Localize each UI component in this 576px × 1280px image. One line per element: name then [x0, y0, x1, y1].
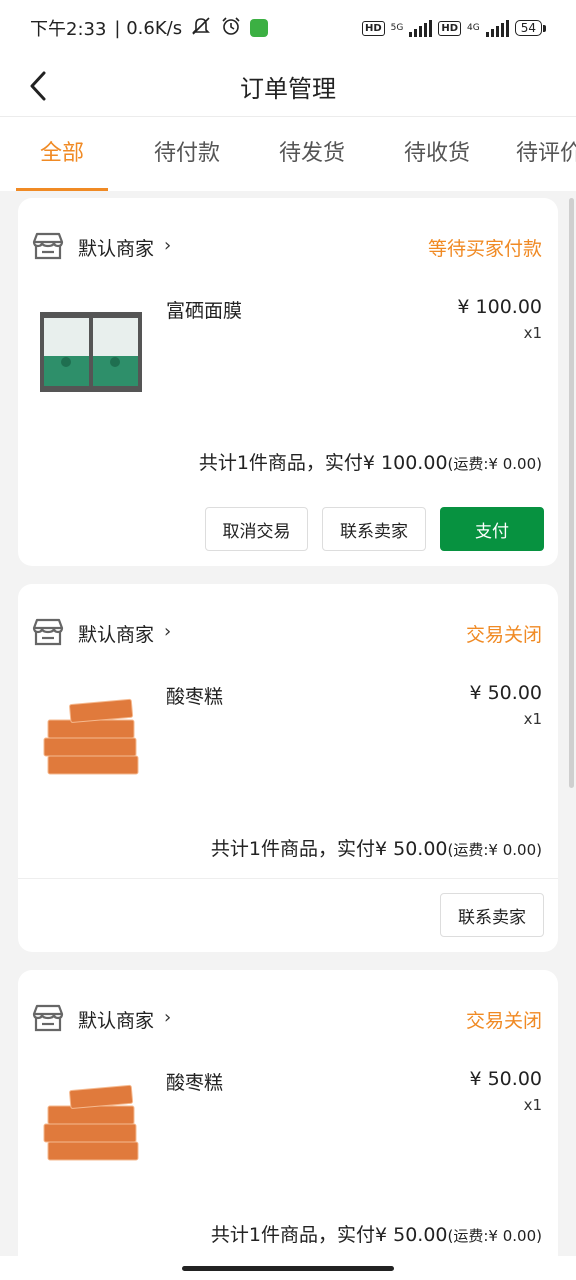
product-name: 富硒面膜 [166, 300, 243, 322]
divider [18, 878, 558, 879]
alarm-icon [220, 16, 242, 41]
battery-level: 54 [514, 20, 542, 36]
nav-header: 订单管理 [0, 56, 576, 117]
battery-icon: 54 [514, 20, 546, 36]
product-price: ¥ 100.00 [457, 296, 542, 318]
product-name: 酸枣糕 [166, 686, 224, 708]
summary-text: 共计1件商品，实付¥ 50.00 [210, 1224, 448, 1246]
shop-name: 默认商家 [78, 238, 155, 260]
chevron-right-icon: › [164, 621, 172, 642]
back-button[interactable] [18, 64, 58, 108]
product-price: ¥ 50.00 [469, 1068, 542, 1090]
chevron-right-icon: › [164, 1007, 172, 1028]
tab-pending-receipt[interactable]: 待收货 [391, 117, 483, 191]
order-status: 交易关闭 [465, 624, 542, 646]
cancel-order-button[interactable]: 取消交易 [205, 507, 308, 551]
shipping-fee: (运费:¥ 0.00) [447, 841, 542, 859]
order-tabs: 全部 待付款 待发货 待收货 待评价 [0, 117, 576, 191]
order-card: 默认商家 › 交易关闭 酸枣糕 ¥ 50.00 x1 共计1件商品，实付¥ 50… [18, 970, 558, 1256]
order-summary: 共计1件商品，实付¥ 50.00(运费:¥ 0.00) [211, 834, 542, 861]
tab-pending-review[interactable]: 待评价 [516, 117, 576, 191]
net-type-2: 4G [467, 23, 480, 33]
signal-icon-2 [485, 19, 509, 37]
contact-seller-button[interactable]: 联系卖家 [440, 893, 544, 937]
product-image[interactable] [40, 312, 142, 392]
scrollbar[interactable] [569, 198, 574, 788]
hd-badge-2: HD [438, 20, 462, 36]
order-status: 交易关闭 [465, 1010, 542, 1032]
store-icon [32, 232, 64, 260]
store-icon [32, 618, 64, 646]
status-net-speed: | 0.6K/s [114, 17, 183, 39]
page-title: 订单管理 [240, 74, 336, 103]
shipping-fee: (运费:¥ 0.00) [447, 1227, 542, 1245]
product-image[interactable] [40, 1084, 142, 1174]
mute-icon [190, 16, 212, 41]
order-status: 等待买家付款 [427, 238, 542, 260]
net-type-1: 5G [390, 23, 404, 33]
order-list: 默认商家 › 等待买家付款 富硒面膜 ¥ 100.00 x1 共计1件商品，实付… [0, 191, 576, 1256]
pay-button[interactable]: 支付 [440, 507, 544, 551]
order-summary: 共计1件商品，实付¥ 50.00(运费:¥ 0.00) [211, 1220, 542, 1247]
shop-name: 默认商家 [78, 1010, 155, 1032]
status-time: 下午2:33 [30, 19, 107, 40]
product-qty: x1 [523, 710, 542, 728]
store-icon [32, 1004, 64, 1032]
app-notification-icon [250, 19, 269, 37]
summary-text: 共计1件商品，实付¥ 50.00 [210, 838, 448, 860]
order-card: 默认商家 › 等待买家付款 富硒面膜 ¥ 100.00 x1 共计1件商品，实付… [18, 198, 558, 566]
tab-pending-payment[interactable]: 待付款 [141, 117, 233, 191]
chevron-right-icon: › [164, 235, 172, 256]
hd-badge-1: HD [361, 20, 385, 36]
shop-name: 默认商家 [78, 624, 155, 646]
contact-seller-button[interactable]: 联系卖家 [322, 507, 426, 551]
product-qty: x1 [523, 1096, 542, 1114]
tab-pending-shipment[interactable]: 待发货 [266, 117, 358, 191]
order-summary: 共计1件商品，实付¥ 100.00(运费:¥ 0.00) [199, 448, 542, 475]
status-bar: 下午2:33 | 0.6K/s HD 5G HD 4G 54 [0, 0, 576, 56]
tab-all[interactable]: 全部 [16, 117, 108, 191]
signal-icon [409, 19, 433, 37]
home-indicator[interactable] [182, 1266, 394, 1271]
product-name: 酸枣糕 [166, 1072, 224, 1094]
product-image[interactable] [40, 698, 142, 788]
product-price: ¥ 50.00 [469, 682, 542, 704]
summary-text: 共计1件商品，实付¥ 100.00 [198, 452, 448, 474]
product-qty: x1 [523, 324, 542, 342]
order-card: 默认商家 › 交易关闭 酸枣糕 ¥ 50.00 x1 共计1件商品，实付¥ 50… [18, 584, 558, 952]
shipping-fee: (运费:¥ 0.00) [447, 455, 542, 473]
back-arrow-icon [30, 71, 46, 101]
